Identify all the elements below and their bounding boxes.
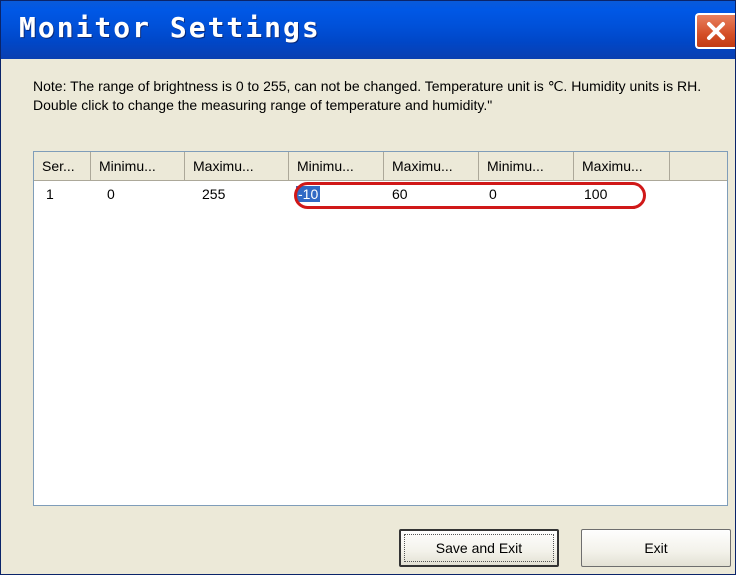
column-header-serial[interactable]: Ser... <box>34 152 91 180</box>
highlight-annotation <box>294 182 646 209</box>
list-header: Ser... Minimu... Maximu... Minimu... Max… <box>34 152 727 181</box>
note-text: Note: The range of brightness is 0 to 25… <box>33 78 702 113</box>
range-list[interactable]: Ser... Minimu... Maximu... Minimu... Max… <box>33 151 728 506</box>
close-button[interactable] <box>695 13 735 49</box>
cell-brightness-min: 0 <box>107 186 115 202</box>
save-and-exit-button[interactable]: Save and Exit <box>399 529 559 567</box>
column-header-brightness-min[interactable]: Minimu... <box>91 152 185 180</box>
column-header-humidity-min[interactable]: Minimu... <box>479 152 574 180</box>
monitor-settings-window: Monitor Settings Note: The range of brig… <box>0 0 736 575</box>
column-header-temperature-min[interactable]: Minimu... <box>289 152 384 180</box>
column-header-temperature-max[interactable]: Maximu... <box>384 152 479 180</box>
exit-button[interactable]: Exit <box>581 529 731 567</box>
window-title: Monitor Settings <box>19 11 321 44</box>
close-icon <box>707 22 725 40</box>
column-header-brightness-max[interactable]: Maximu... <box>185 152 289 180</box>
cell-serial: 1 <box>46 186 54 202</box>
column-header-humidity-max[interactable]: Maximu... <box>574 152 670 180</box>
cell-brightness-max: 255 <box>202 186 226 202</box>
title-bar[interactable]: Monitor Settings <box>1 1 735 59</box>
